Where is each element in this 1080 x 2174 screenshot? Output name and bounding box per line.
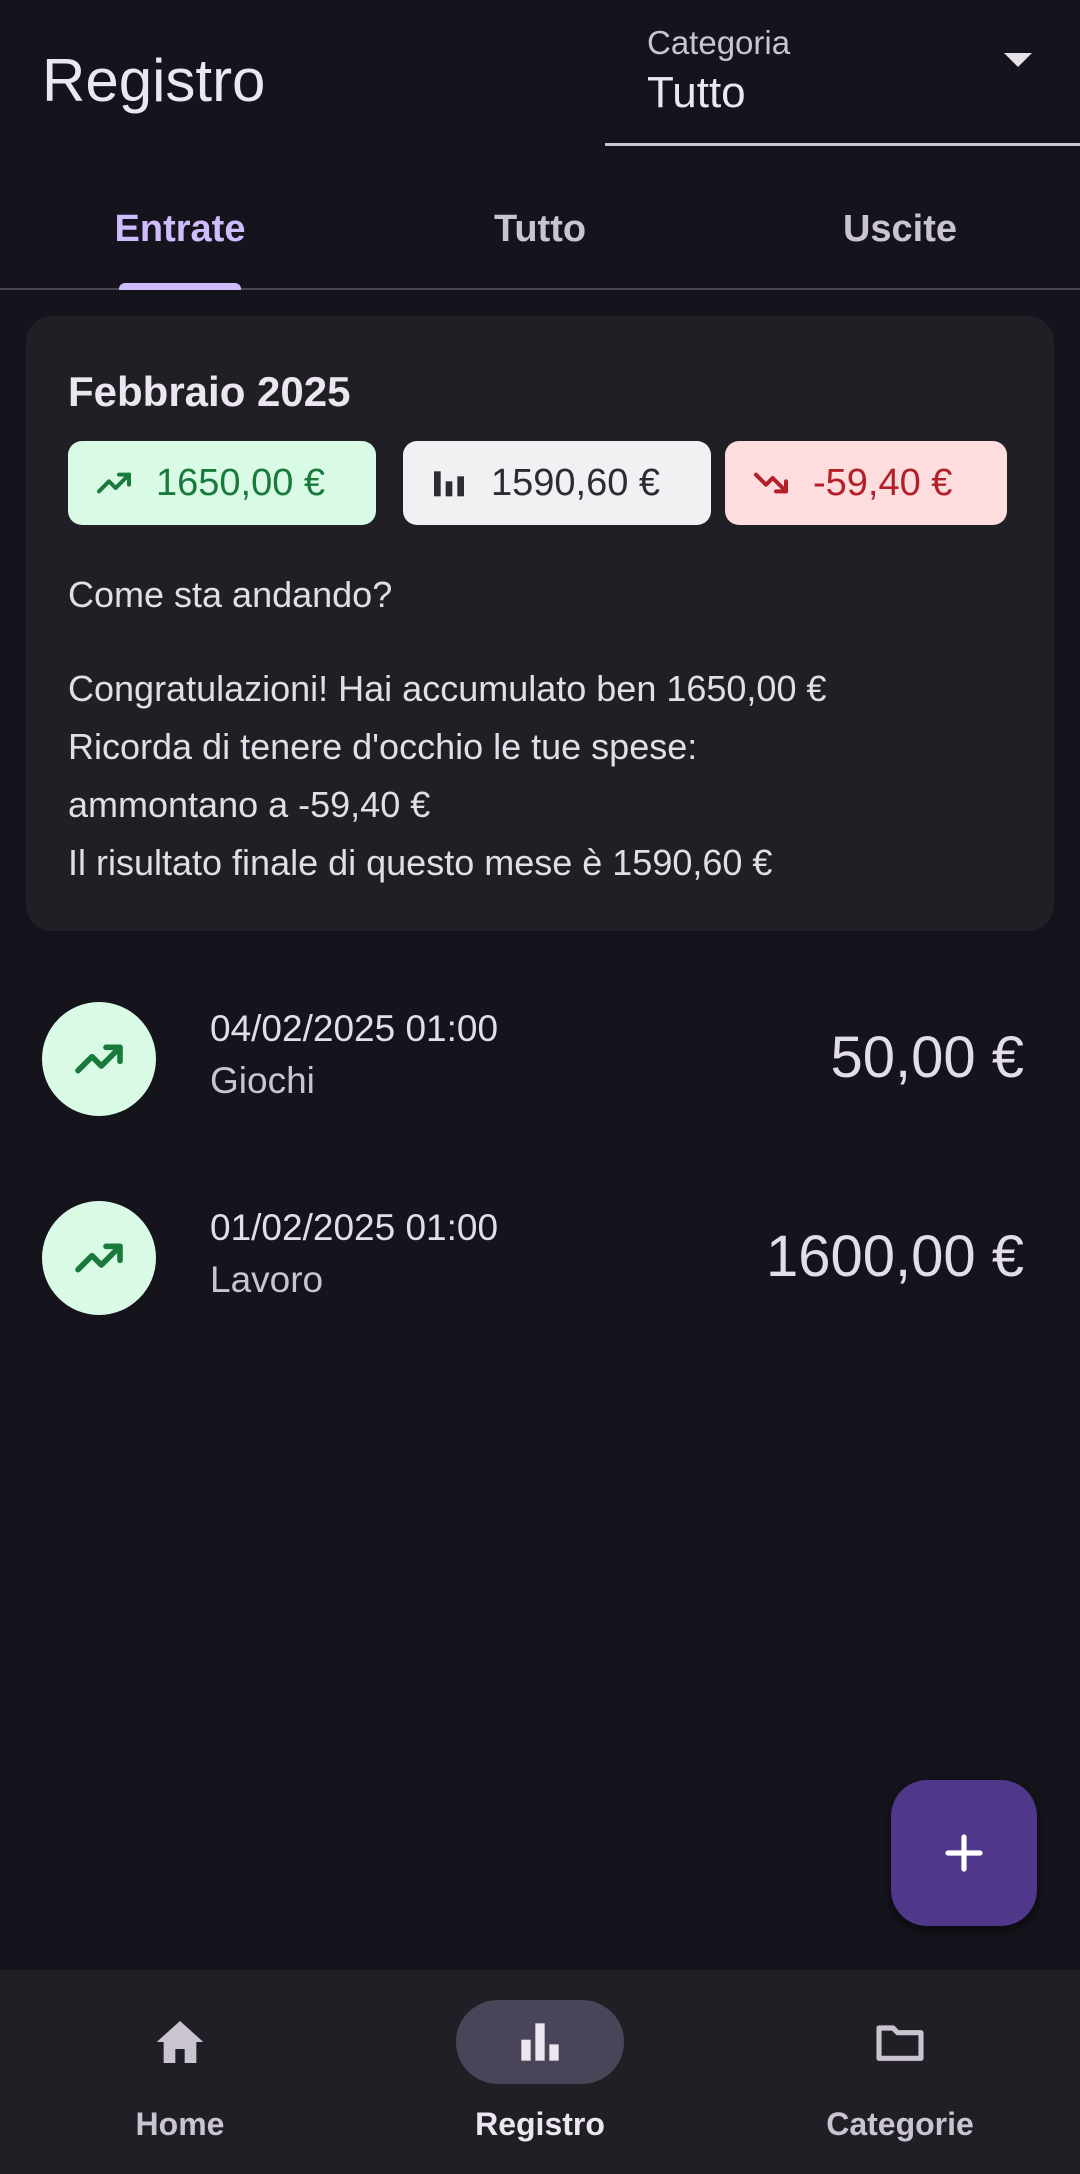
transaction-datetime: 04/02/2025 01:00 — [210, 1008, 499, 1049]
add-transaction-button[interactable] — [891, 1780, 1037, 1926]
monthly-summary-card: Febbraio 2025 1650,00 € 1590,60 € -59,40… — [26, 316, 1054, 931]
category-dropdown-value: Tutto — [647, 68, 746, 117]
trending-up-icon — [75, 1044, 123, 1074]
nav-item-home[interactable]: Home — [0, 1970, 360, 2174]
bar-chart-icon — [434, 471, 464, 497]
folder-icon — [876, 2025, 924, 2061]
transaction-amount: 1600,00 € — [765, 1224, 1024, 1289]
nav-icon-container — [96, 2000, 264, 2084]
nav-item-registro[interactable]: Registro — [360, 1970, 720, 2174]
transaction-category: Lavoro — [210, 1259, 324, 1300]
summary-line: Congratulazioni! Hai accumulato ben 1650… — [68, 668, 827, 709]
filter-tabs: Entrate Tutto Uscite — [0, 180, 1080, 290]
nav-icon-container — [456, 2000, 624, 2084]
page-title: Registro — [42, 47, 266, 114]
summary-line: Ricorda di tenere d'occhio le tue spese: — [68, 726, 698, 767]
nav-label-registro: Registro — [475, 2106, 605, 2142]
category-dropdown-label: Categoria — [647, 24, 791, 61]
expense-total: -59,40 € — [813, 461, 953, 504]
tab-entrate[interactable]: Entrate — [0, 180, 360, 290]
transaction-datetime: 01/02/2025 01:00 — [210, 1207, 499, 1248]
transaction-category: Giochi — [210, 1060, 315, 1101]
tab-uscite-label: Uscite — [842, 207, 958, 250]
transaction-avatar — [42, 1002, 156, 1116]
summary-question: Come sta andando? — [68, 574, 393, 615]
income-total: 1650,00 € — [156, 461, 326, 504]
plus-icon — [945, 1834, 983, 1872]
transaction-amount: 50,00 € — [830, 1025, 1024, 1090]
tab-entrate-label: Entrate — [114, 207, 246, 250]
bottom-navigation: Home Registro Categorie — [0, 1970, 1080, 2174]
category-dropdown[interactable]: Categoria Tutto — [605, 0, 1080, 146]
trending-up-icon — [75, 1243, 123, 1273]
summary-line: ammontano a -59,40 € — [68, 784, 431, 825]
nav-item-categorie[interactable]: Categorie — [720, 1970, 1080, 2174]
home-icon — [156, 2021, 204, 2063]
screen: Registro Categoria Tutto Entrate Tutto U… — [0, 0, 1080, 2174]
balance-total: 1590,60 € — [491, 461, 661, 504]
tab-tutto[interactable]: Tutto — [360, 180, 720, 288]
nav-icon-container — [816, 2000, 984, 2084]
nav-label-categorie: Categorie — [826, 2106, 974, 2142]
tab-active-indicator — [119, 283, 241, 290]
summary-month: Febbraio 2025 — [68, 368, 351, 415]
transaction-row[interactable]: 01/02/2025 01:00 Lavoro 1600,00 € — [0, 1189, 1080, 1329]
transaction-row[interactable]: 04/02/2025 01:00 Giochi 50,00 € — [0, 990, 1080, 1130]
nav-label-home: Home — [135, 2106, 225, 2142]
expense-chip: -59,40 € — [725, 441, 1007, 525]
trending-up-icon — [97, 472, 131, 494]
dropdown-arrow-icon — [1004, 53, 1032, 67]
bar-chart-icon — [521, 2023, 559, 2061]
summary-line: Il risultato finale di questo mese è 159… — [68, 842, 773, 883]
income-chip: 1650,00 € — [68, 441, 376, 525]
tab-uscite[interactable]: Uscite — [720, 180, 1080, 288]
trending-down-icon — [754, 472, 788, 494]
tab-tutto-label: Tutto — [493, 207, 587, 250]
transaction-avatar — [42, 1201, 156, 1315]
balance-chip: 1590,60 € — [403, 441, 711, 525]
